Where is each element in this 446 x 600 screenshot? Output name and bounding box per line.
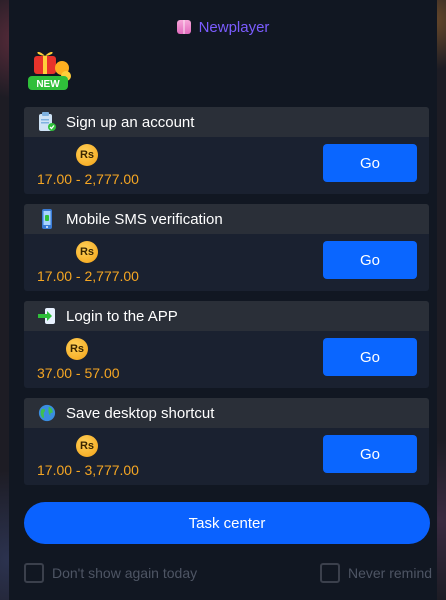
globe-icon	[38, 404, 56, 422]
task-title: Login to the APP	[66, 307, 178, 325]
dont-show-today-option[interactable]: Don't show again today	[24, 563, 197, 583]
task-reward-row: Rs 37.00 - 57.00 Go	[24, 331, 429, 388]
task-title: Sign up an account	[66, 113, 195, 131]
task-popup: Newplayer NEW Sign up an account Rs 17.0…	[9, 0, 437, 600]
login-arrow-icon	[38, 308, 55, 324]
task-card-sms: Mobile SMS verification Rs 17.00 - 2,777…	[24, 204, 429, 291]
reward-range: 17.00 - 3,777.00	[37, 462, 139, 478]
never-remind-label: Never remind	[348, 565, 433, 581]
task-center-button[interactable]: Task center	[24, 502, 430, 544]
task-title: Mobile SMS verification	[66, 210, 223, 228]
dont-show-label: Don't show again today	[52, 565, 198, 581]
never-remind-option[interactable]: Never remind	[320, 563, 432, 583]
task-title: Save desktop shortcut	[66, 404, 215, 422]
task-reward-row: Rs 17.00 - 2,777.00 Go	[24, 234, 429, 291]
task-card-login-app: Login to the APP Rs 37.00 - 57.00 Go	[24, 301, 429, 388]
task-header: Mobile SMS verification	[24, 204, 429, 234]
task-card-desktop-shortcut: Save desktop shortcut Rs 17.00 - 3,777.0…	[24, 398, 429, 485]
rupee-coin-icon: Rs	[66, 338, 88, 360]
clipboard-check-icon	[39, 112, 56, 131]
player-name: Newplayer	[198, 18, 270, 36]
task-header: Save desktop shortcut	[24, 398, 429, 428]
background-stage: Newplayer NEW Sign up an account Rs 17.0…	[0, 0, 446, 600]
rupee-coin-icon: Rs	[76, 435, 98, 457]
rupee-coin-icon: Rs	[76, 144, 98, 166]
task-header: Sign up an account	[24, 107, 429, 137]
new-gift-badge-icon: NEW	[28, 51, 71, 90]
task-reward-row: Rs 17.00 - 2,777.00 Go	[24, 137, 429, 194]
go-button-sms[interactable]: Go	[323, 241, 417, 279]
task-reward-row: Rs 17.00 - 3,777.00 Go	[24, 428, 429, 485]
reward-range: 37.00 - 57.00	[37, 365, 120, 381]
reward-range: 17.00 - 2,777.00	[37, 171, 139, 187]
rupee-coin-icon: Rs	[76, 241, 98, 263]
mobile-phone-icon	[42, 209, 52, 229]
never-remind-checkbox[interactable]	[320, 563, 340, 583]
go-button-login[interactable]: Go	[323, 338, 417, 376]
new-badge-text: NEW	[36, 79, 60, 90]
reward-range: 17.00 - 2,777.00	[37, 268, 139, 284]
gift-icon	[176, 20, 191, 34]
task-card-signup: Sign up an account Rs 17.00 - 2,777.00 G…	[24, 107, 429, 194]
go-button-signup[interactable]: Go	[323, 144, 417, 182]
go-button-shortcut[interactable]: Go	[323, 435, 417, 473]
player-header: Newplayer	[9, 10, 437, 44]
task-header: Login to the APP	[24, 301, 429, 331]
dont-show-checkbox[interactable]	[24, 563, 44, 583]
